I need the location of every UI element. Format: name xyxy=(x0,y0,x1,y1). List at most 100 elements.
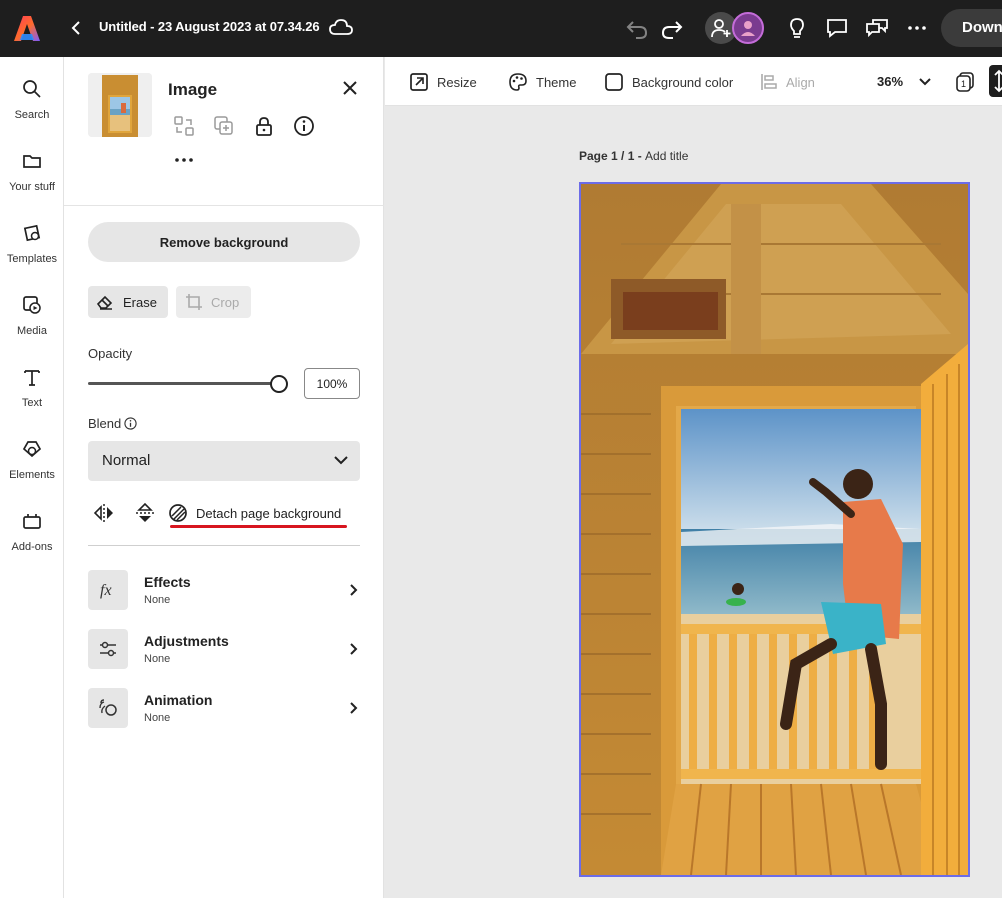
info-icon[interactable] xyxy=(124,417,137,430)
chevron-left-icon xyxy=(71,21,80,35)
info-icon[interactable] xyxy=(293,115,315,137)
image-thumbnail xyxy=(88,73,152,137)
rail-item-label: Templates xyxy=(6,253,58,265)
divider xyxy=(64,205,384,206)
opacity-label: Opacity xyxy=(88,346,133,361)
duplicate-icon[interactable] xyxy=(213,115,235,137)
image-properties-panel: Image Remove background Erase Crop Opaci… xyxy=(64,57,384,898)
rail-item-label: Media xyxy=(17,325,47,337)
more-options-icon[interactable] xyxy=(174,155,194,165)
elements-icon xyxy=(22,441,42,458)
detach-label: Detach page background xyxy=(196,505,342,521)
palette-icon xyxy=(509,73,527,91)
top-bar: Untitled - 23 August 2023 at 07.34.26 Do… xyxy=(0,0,1002,57)
chevron-right-icon xyxy=(350,702,358,714)
rail-item-templates[interactable]: Templates xyxy=(0,223,64,267)
opacity-slider-track[interactable] xyxy=(88,382,278,385)
svg-text:1: 1 xyxy=(961,79,966,89)
effects-row[interactable]: fx Effects None xyxy=(88,570,360,610)
redo-icon[interactable] xyxy=(659,15,685,41)
divider xyxy=(88,545,360,546)
rail-item-label: Elements xyxy=(9,469,55,481)
blend-label: Blend xyxy=(88,416,122,431)
rail-item-label: Search xyxy=(14,109,50,121)
lightbulb-icon[interactable] xyxy=(784,15,810,41)
templates-icon xyxy=(23,224,41,242)
blend-mode-select[interactable]: Normal xyxy=(88,441,360,481)
animation-value: None xyxy=(144,712,171,724)
align-button[interactable]: Align xyxy=(760,71,815,93)
theme-button[interactable]: Theme xyxy=(508,71,576,93)
rail-item-label: Text xyxy=(21,397,43,409)
folder-icon xyxy=(23,155,41,168)
page-number: Page 1 / 1 - xyxy=(579,149,646,163)
user-avatar[interactable] xyxy=(732,12,764,44)
flip-vertical-icon[interactable] xyxy=(134,502,156,524)
erase-label: Erase xyxy=(123,294,157,310)
detach-page-background-button[interactable]: Detach page background xyxy=(168,502,341,524)
back-button[interactable] xyxy=(66,16,86,40)
expand-icon xyxy=(994,69,1002,93)
cloud-sync-icon[interactable] xyxy=(329,17,353,39)
animation-icon xyxy=(88,688,128,728)
chevron-right-icon xyxy=(350,584,358,596)
add-title-placeholder[interactable]: Add title xyxy=(645,149,688,163)
rail-item-text[interactable]: Text xyxy=(0,367,64,411)
effects-title: Effects xyxy=(144,574,191,590)
svg-text:fx: fx xyxy=(100,582,112,599)
erase-button[interactable]: Erase xyxy=(88,286,168,318)
adjustments-value: None xyxy=(144,653,171,665)
document-title[interactable]: Untitled - 23 August 2023 at 07.34.26 xyxy=(99,19,320,34)
opacity-value-field[interactable]: 100% xyxy=(304,368,360,399)
sliders-icon xyxy=(88,629,128,669)
adjustments-row[interactable]: Adjustments None xyxy=(88,629,360,669)
fx-icon: fx xyxy=(88,570,128,610)
crop-icon xyxy=(186,294,202,310)
detach-background-icon xyxy=(169,504,187,522)
chevron-down-icon[interactable] xyxy=(918,74,932,88)
rail-item-media[interactable]: Media xyxy=(0,295,64,339)
canvas-page-image[interactable] xyxy=(579,182,970,877)
lock-icon[interactable] xyxy=(253,115,275,137)
page-title[interactable]: Page 1 / 1 - Add title xyxy=(579,149,688,163)
adjustments-title: Adjustments xyxy=(144,633,229,649)
avatar-icon xyxy=(741,21,755,36)
align-label: Align xyxy=(786,74,815,90)
replace-image-icon[interactable] xyxy=(173,115,195,137)
opacity-slider-thumb[interactable] xyxy=(270,375,288,393)
color-swatch-icon xyxy=(605,73,623,91)
resize-icon xyxy=(410,73,428,91)
download-button[interactable]: Down xyxy=(941,9,1002,47)
search-icon xyxy=(23,80,41,98)
adobe-express-logo[interactable] xyxy=(14,14,40,42)
text-icon xyxy=(24,370,40,386)
share-icon[interactable] xyxy=(864,15,890,41)
left-rail: Search Your stuff Templates Media Text E… xyxy=(0,57,64,898)
background-color-button[interactable]: Background color xyxy=(604,71,733,93)
rail-item-search[interactable]: Search xyxy=(0,79,64,123)
canvas-toolbar: Resize Theme Background color Align 36% … xyxy=(385,57,1002,106)
remove-background-button[interactable]: Remove background xyxy=(88,222,360,262)
resize-button[interactable]: Resize xyxy=(409,71,477,93)
add-user-icon xyxy=(711,19,731,38)
flip-horizontal-icon[interactable] xyxy=(93,502,115,524)
panel-title: Image xyxy=(168,80,218,99)
more-options-icon[interactable] xyxy=(904,15,930,41)
crop-label: Crop xyxy=(211,294,240,310)
undo-icon[interactable] xyxy=(624,15,650,41)
zoom-level[interactable]: 36% xyxy=(877,74,903,89)
rail-item-add-ons[interactable]: Add-ons xyxy=(0,511,64,555)
rail-item-your-stuff[interactable]: Your stuff xyxy=(0,151,64,195)
fit-to-screen-button[interactable] xyxy=(989,65,1002,97)
close-icon[interactable] xyxy=(341,79,359,97)
align-icon xyxy=(761,74,777,90)
chevron-right-icon xyxy=(350,643,358,655)
comment-icon[interactable] xyxy=(824,15,850,41)
animation-row[interactable]: Animation None xyxy=(88,688,360,728)
pages-icon[interactable]: 1 xyxy=(954,71,976,93)
rail-item-elements[interactable]: Elements xyxy=(0,439,64,483)
beach-hut-photo xyxy=(581,184,968,875)
add-ons-icon xyxy=(23,514,41,529)
crop-button[interactable]: Crop xyxy=(176,286,251,318)
resize-label: Resize xyxy=(437,74,477,90)
